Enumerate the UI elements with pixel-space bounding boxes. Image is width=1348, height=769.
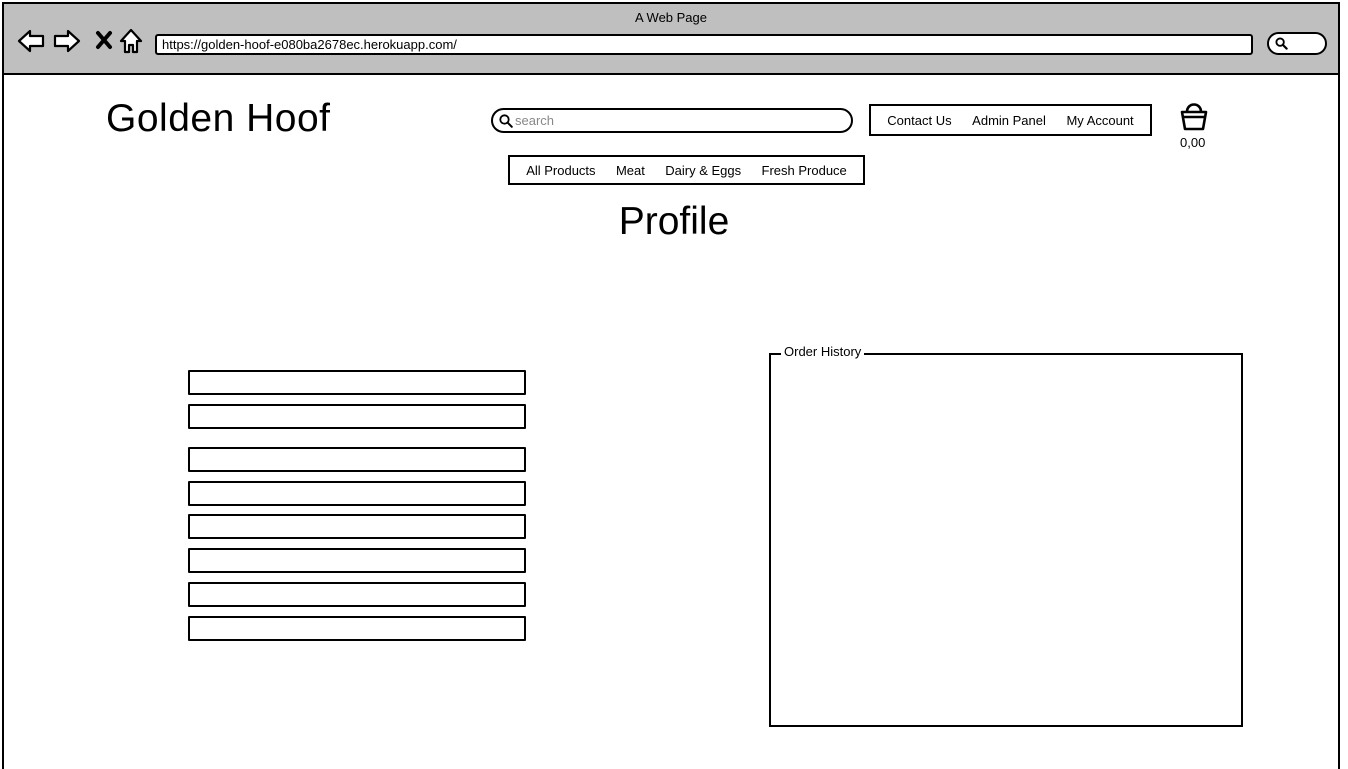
browser-search-field[interactable] [1267, 32, 1327, 55]
site-search-box[interactable] [491, 108, 853, 133]
order-history-legend: Order History [781, 344, 865, 359]
nav-dairy-eggs[interactable]: Dairy & Eggs [665, 163, 741, 178]
cart-total: 0,00 [1180, 135, 1206, 150]
order-history-panel [769, 353, 1243, 727]
profile-field[interactable] [188, 447, 526, 472]
profile-field[interactable] [188, 481, 526, 506]
profile-field[interactable] [188, 370, 526, 395]
profile-field[interactable] [188, 514, 526, 539]
search-icon [499, 114, 513, 128]
nav-fresh-produce[interactable]: Fresh Produce [762, 163, 847, 178]
browser-toolbar: A Web Page https://golden-hoof-e080ba267… [4, 4, 1338, 75]
profile-field[interactable] [188, 616, 526, 641]
profile-field[interactable] [188, 548, 526, 573]
search-icon [1275, 37, 1288, 50]
search-input[interactable] [515, 112, 835, 129]
category-nav: All Products Meat Dairy & Eggs Fresh Pro… [508, 155, 865, 185]
site-logo-text[interactable]: Golden Hoof [106, 97, 330, 141]
basket-icon[interactable] [1178, 98, 1210, 134]
nav-all-products[interactable]: All Products [526, 163, 595, 178]
address-bar[interactable]: https://golden-hoof-e080ba2678ec.herokua… [155, 34, 1253, 55]
nav-contact-us[interactable]: Contact Us [887, 113, 951, 128]
window-title: A Web Page [634, 10, 708, 25]
account-nav: Contact Us Admin Panel My Account [869, 104, 1152, 136]
home-icon[interactable] [116, 26, 146, 56]
nav-admin-panel[interactable]: Admin Panel [972, 113, 1046, 128]
back-arrow-icon[interactable] [16, 26, 46, 56]
nav-my-account[interactable]: My Account [1066, 113, 1133, 128]
nav-meat[interactable]: Meat [616, 163, 645, 178]
page-title: Profile [618, 200, 730, 243]
profile-field[interactable] [188, 404, 526, 429]
profile-field[interactable] [188, 582, 526, 607]
forward-arrow-icon[interactable] [52, 26, 82, 56]
